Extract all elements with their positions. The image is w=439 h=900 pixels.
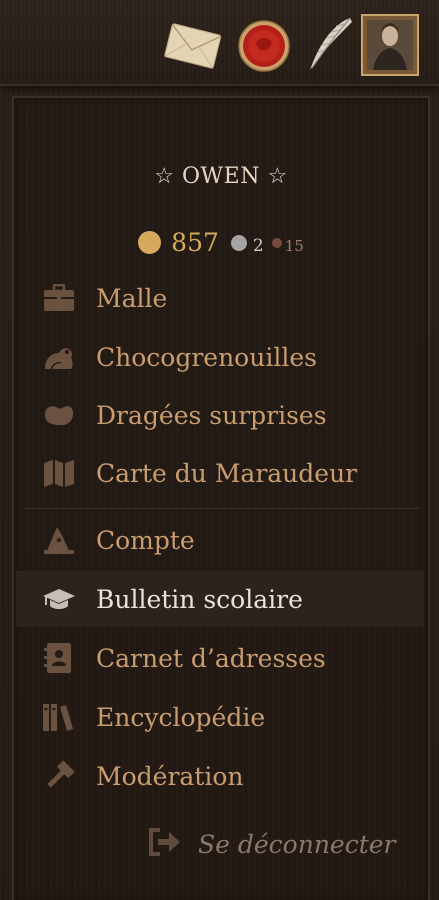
wax-seal-icon[interactable]: [236, 14, 292, 76]
frog-icon: [42, 340, 76, 374]
address-book-icon: [42, 641, 76, 675]
menu-item-label: Chocogrenouilles: [96, 342, 317, 372]
bronze-amount: 15: [284, 237, 304, 255]
wizard-hat-icon: [42, 523, 76, 557]
menu-item-label: Malle: [96, 283, 168, 313]
currency-display: 857 2 15: [14, 228, 428, 257]
menu-item-bulletin-scolaire[interactable]: Bulletin scolaire: [16, 571, 424, 627]
menu-item-chocogrenouilles[interactable]: Chocogrenouilles: [16, 329, 424, 385]
graduation-cap-icon: [42, 582, 76, 616]
menu-item-label: Carte du Maraudeur: [96, 458, 358, 488]
menu-item-compte[interactable]: Compte: [16, 512, 424, 568]
menu-item-dragees-surprises[interactable]: Dragées surprises: [16, 387, 424, 443]
menu-item-moderation[interactable]: Modération: [16, 748, 424, 804]
gold-coin-icon: [138, 231, 162, 254]
books-icon: [42, 700, 76, 734]
logout-button[interactable]: Se déconnecter: [148, 822, 396, 866]
menu-item-label: Bulletin scolaire: [96, 584, 303, 614]
top-bar: [0, 0, 439, 86]
trunk-icon: [42, 281, 76, 315]
menu-item-carnet-d-adresses[interactable]: Carnet d’adresses: [16, 630, 424, 686]
sign-out-icon: [148, 828, 182, 860]
menu-item-carte-du-maraudeur[interactable]: Carte du Maraudeur: [16, 445, 424, 501]
menu-item-label: Compte: [96, 525, 195, 555]
bean-icon: [42, 398, 76, 432]
envelope-icon[interactable]: [162, 14, 224, 76]
menu-item-label: Carnet d’adresses: [96, 643, 326, 673]
logout-label: Se déconnecter: [198, 829, 396, 859]
menu-divider: [24, 508, 420, 509]
bronze-coin-icon: [271, 237, 282, 248]
menu-item-label: Modération: [96, 761, 244, 791]
avatar-portrait[interactable]: [361, 14, 419, 76]
silver-amount: 2: [252, 236, 264, 256]
menu-item-malle[interactable]: Malle: [16, 270, 424, 326]
gavel-icon: [42, 759, 76, 793]
menu-item-encyclopedie[interactable]: Encyclopédie: [16, 689, 424, 745]
menu-item-label: Encyclopédie: [96, 702, 266, 732]
menu-item-label: Dragées surprises: [96, 400, 327, 430]
map-icon: [42, 456, 76, 490]
gold-amount: 857: [171, 228, 219, 257]
username: ☆ OWEN ☆: [154, 164, 288, 189]
user-menu-panel: ☆ OWEN ☆ 857 2 15 Malle Chocogrenouilles…: [12, 96, 430, 900]
silver-coin-icon: [230, 234, 247, 251]
page: ☆ OWEN ☆ 857 2 15 Malle Chocogrenouilles…: [0, 0, 439, 900]
quill-icon[interactable]: [300, 14, 358, 76]
